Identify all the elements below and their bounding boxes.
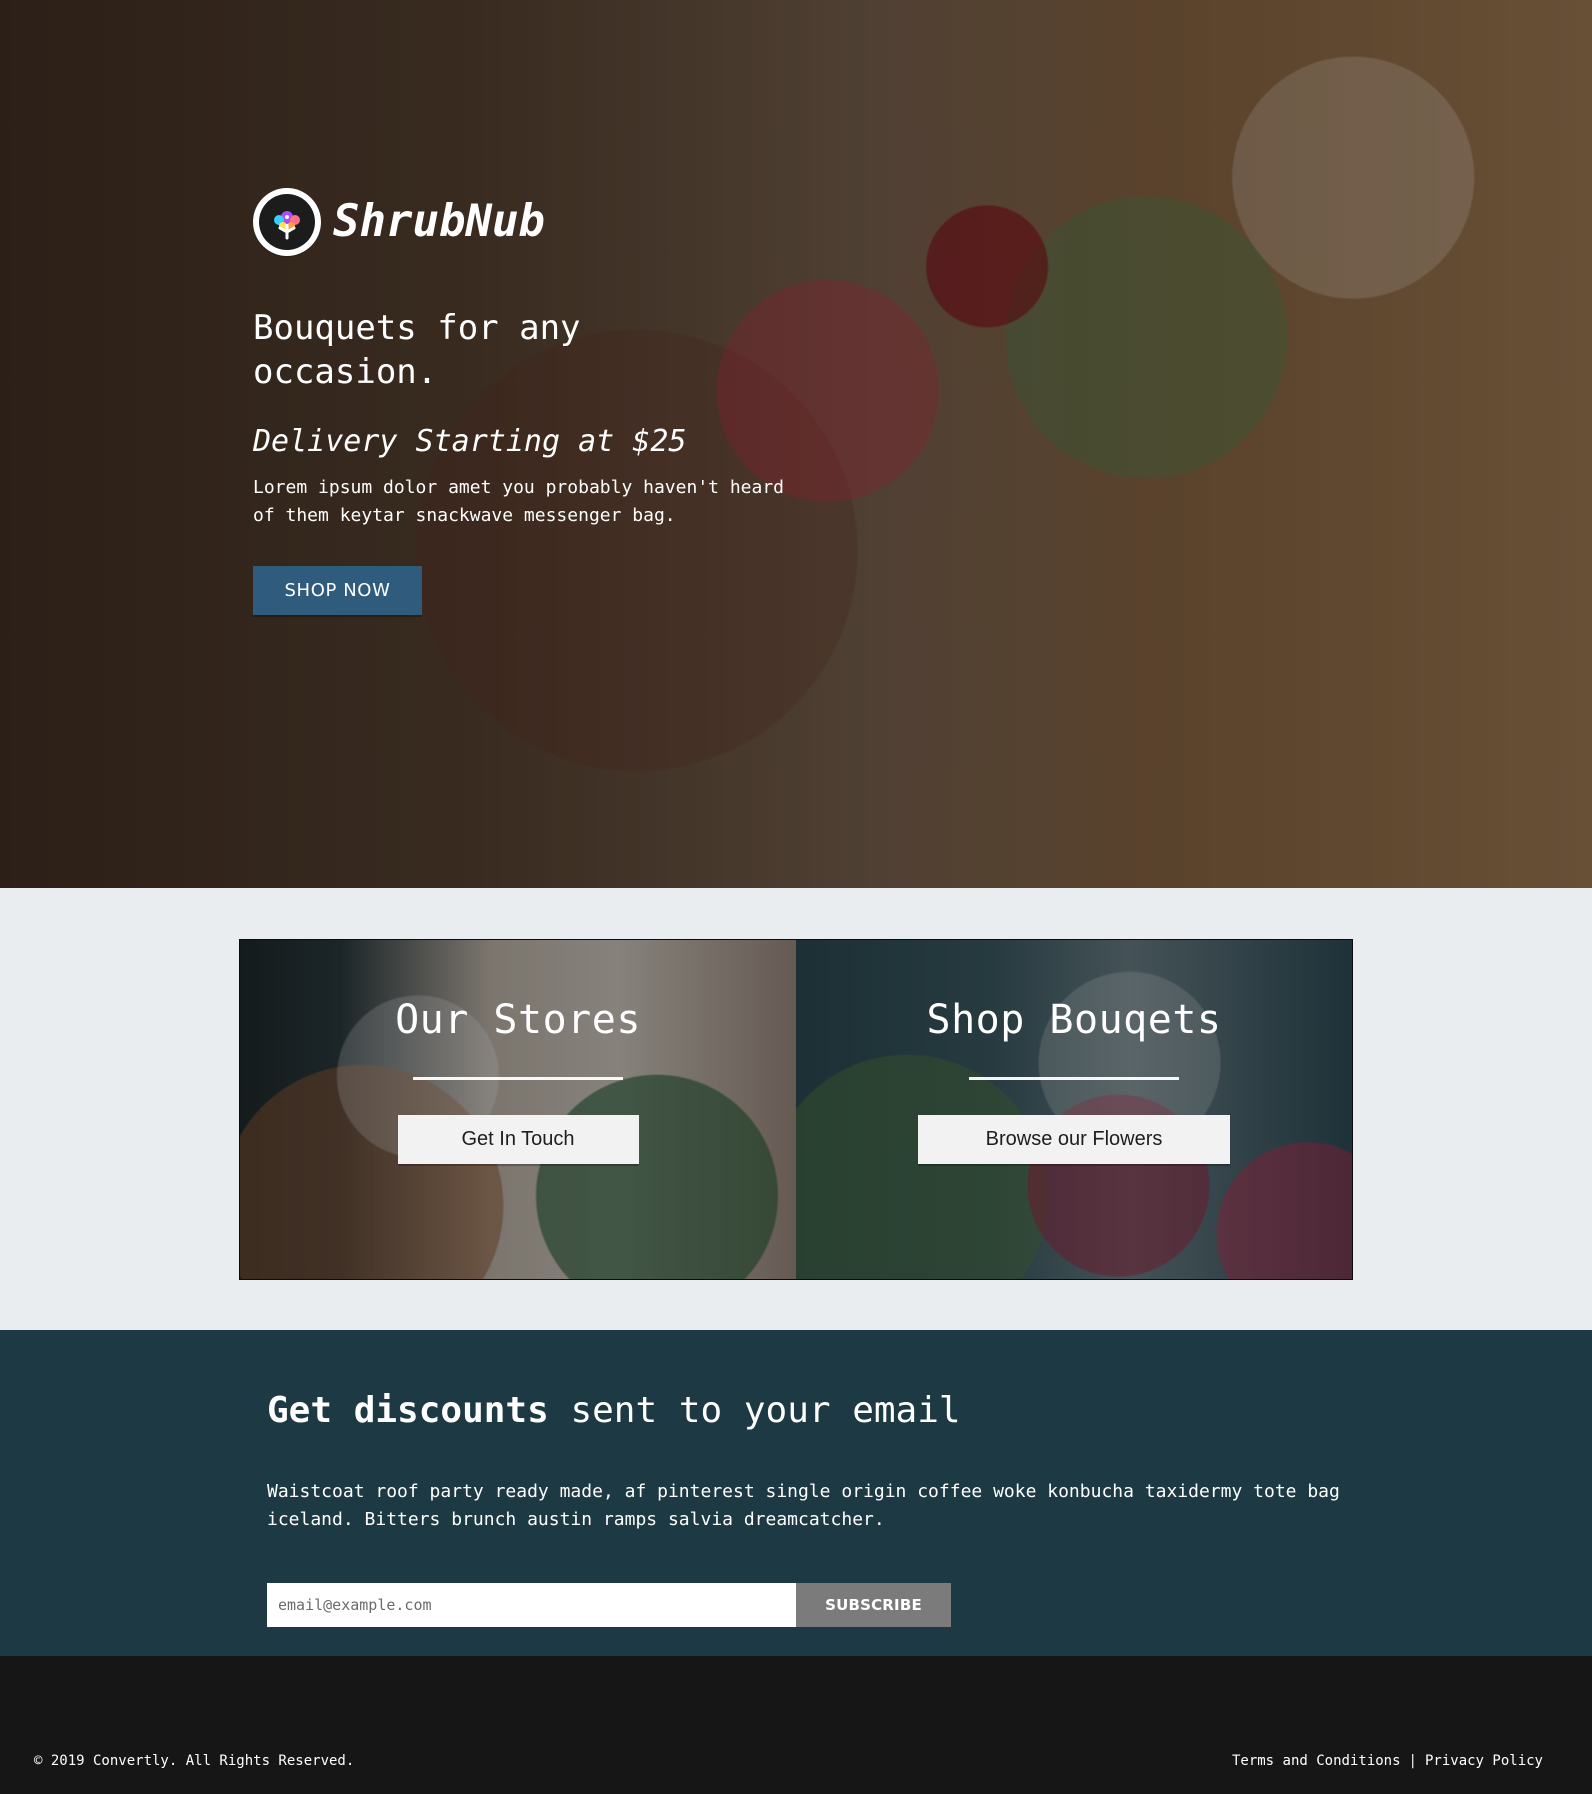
card-our-stores-content: Our Stores Get In Touch bbox=[240, 940, 796, 1279]
brand-name: ShrubNub bbox=[333, 196, 545, 247]
shop-now-button[interactable]: SHOP NOW bbox=[253, 566, 422, 615]
footer-links: Terms and Conditions | Privacy Policy bbox=[1232, 1752, 1543, 1770]
browse-flowers-button[interactable]: Browse our Flowers bbox=[918, 1115, 1230, 1164]
hero-headline: Bouquets for any occasion. bbox=[253, 308, 581, 392]
email-input[interactable] bbox=[267, 1583, 796, 1627]
card-rule bbox=[413, 1077, 623, 1080]
card-shop-bouquets: Shop Bouqets Browse our Flowers bbox=[796, 940, 1352, 1279]
terms-link[interactable]: Terms and Conditions bbox=[1232, 1752, 1401, 1770]
email-title-rest: sent to your email bbox=[570, 1390, 961, 1431]
footer-copyright: © 2019 Convertly. All Rights Reserved. bbox=[34, 1753, 355, 1769]
email-title: Get discounts sent to your email bbox=[267, 1388, 1347, 1434]
hero-subheadline: Delivery Starting at $25 bbox=[253, 424, 687, 459]
footer: © 2019 Convertly. All Rights Reserved. T… bbox=[0, 1656, 1592, 1794]
card-title: Shop Bouqets bbox=[926, 997, 1222, 1043]
bouquet-logo-inner bbox=[259, 194, 315, 250]
email-section: Get discounts sent to your email Waistco… bbox=[0, 1330, 1592, 1656]
hero-section: ShrubNub Bouquets for any occasion. Deli… bbox=[0, 0, 1592, 888]
get-in-touch-button[interactable]: Get In Touch bbox=[397, 1115, 639, 1164]
subscribe-button[interactable]: SUBSCRIBE bbox=[796, 1583, 951, 1627]
email-form: SUBSCRIBE bbox=[267, 1583, 951, 1627]
hero-body: Lorem ipsum dolor amet you probably have… bbox=[253, 477, 785, 526]
cards-section: Our Stores Get In Touch Shop Bouqets Bro… bbox=[0, 888, 1592, 1330]
bouquet-logo-icon bbox=[253, 188, 321, 256]
card-our-stores: Our Stores Get In Touch bbox=[240, 940, 796, 1279]
card-shop-bouquets-content: Shop Bouqets Browse our Flowers bbox=[796, 940, 1352, 1279]
hero-content: ShrubNub Bouquets for any occasion. Deli… bbox=[253, 188, 813, 615]
email-title-bold: Get discounts bbox=[267, 1390, 549, 1431]
footer-separator: | bbox=[1408, 1753, 1417, 1769]
privacy-link[interactable]: Privacy Policy bbox=[1425, 1752, 1543, 1770]
email-inner: Get discounts sent to your email Waistco… bbox=[267, 1388, 1347, 1627]
brand: ShrubNub bbox=[253, 188, 813, 256]
email-body: Waistcoat roof party ready made, af pint… bbox=[267, 1481, 1340, 1530]
card-title: Our Stores bbox=[395, 997, 641, 1043]
card-rule bbox=[969, 1077, 1179, 1080]
cards-wrap: Our Stores Get In Touch Shop Bouqets Bro… bbox=[239, 939, 1353, 1280]
